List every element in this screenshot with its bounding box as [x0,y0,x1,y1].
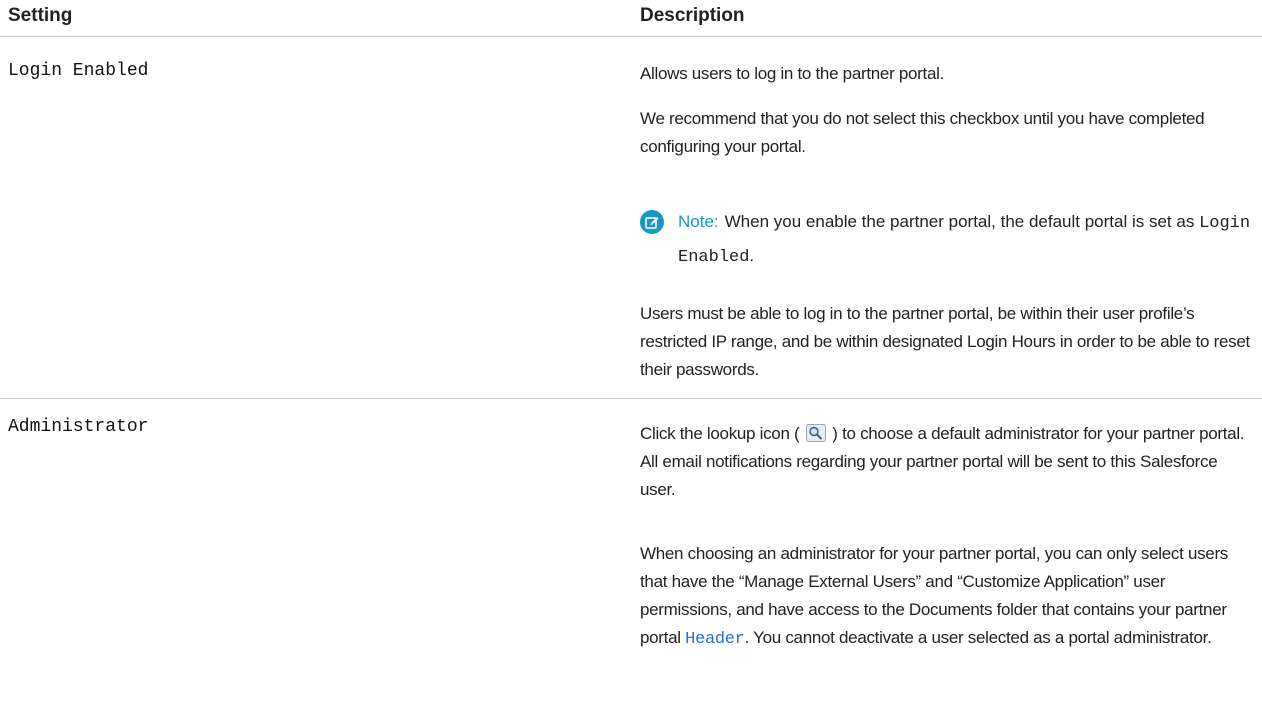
header-description: Description [640,5,745,26]
setting-administrator: Administrator [8,417,149,437]
setting-login-enabled: Login Enabled [8,61,149,81]
administrator-desc-2: When choosing an administrator for your … [640,540,1252,708]
header-link[interactable]: Header [685,630,745,649]
login-enabled-desc-3: Users must be able to log in to the part… [640,304,1250,379]
lookup-magnifier-icon [805,423,826,442]
note-text-block: Note: When you enable the partner portal,… [678,206,1252,274]
login-enabled-desc-1: Allows users to log in to the partner po… [640,64,944,83]
administrator-desc-1: Click the lookup icon ( ) to choose a de… [640,420,1252,504]
table-header: Setting Description [0,0,1262,37]
note-end: . [749,246,755,265]
pencil-note-icon [640,210,664,234]
admin-text-after: . You cannot deactivate a user selected … [744,628,1212,647]
login-enabled-desc-2: We recommend that you do not select this… [640,109,1205,156]
note-label: Note: [678,212,719,231]
note-text: When you enable the partner portal, the … [724,212,1195,231]
row-divider [0,398,1262,399]
header-setting: Setting [8,5,73,26]
lookup-text-before: Click the lookup icon ( [640,424,800,443]
